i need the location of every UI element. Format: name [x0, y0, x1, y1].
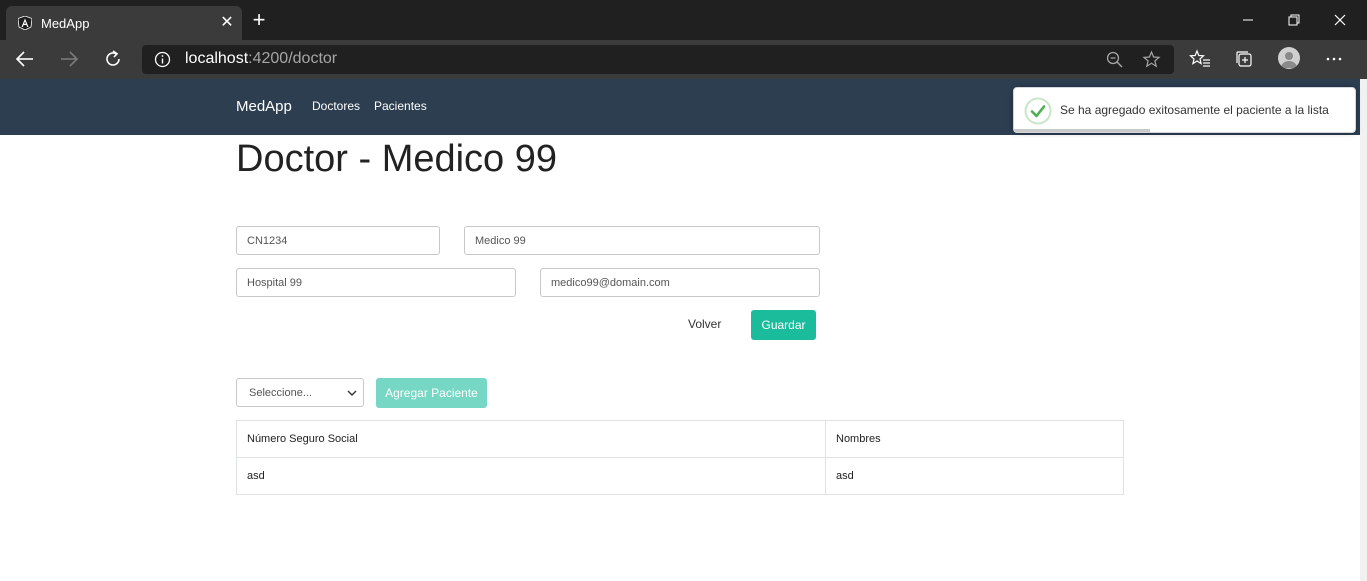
doctor-name-field[interactable] [464, 226, 820, 255]
patients-table: Número Seguro Social Nombres asd asd [236, 420, 1124, 495]
nav-link-pacientes[interactable]: Pacientes [374, 99, 427, 113]
table-row: asd asd [236, 457, 1124, 495]
patient-select[interactable]: Seleccione... [236, 378, 364, 407]
toast-progress-bar [1014, 129, 1151, 132]
profile-icon[interactable] [1278, 47, 1300, 69]
page-scrollbar[interactable] [1360, 79, 1367, 581]
browser-tab[interactable]: MedApp ✕ [6, 6, 242, 40]
tab-title: MedApp [41, 16, 90, 31]
navbar-brand[interactable]: MedApp [236, 98, 292, 115]
add-patient-button[interactable]: Agregar Paciente [376, 378, 487, 408]
star-icon[interactable] [1142, 50, 1161, 69]
close-tab-icon[interactable]: ✕ [218, 14, 236, 32]
browser-toolbar: localhost:4200/doctor [0, 40, 1367, 79]
close-window-icon[interactable] [1328, 8, 1352, 32]
collections-icon[interactable] [1233, 48, 1255, 70]
save-button[interactable]: Guardar [751, 310, 816, 340]
check-icon [1024, 97, 1052, 125]
angular-icon [18, 16, 32, 30]
back-button[interactable]: Volver [688, 317, 721, 331]
refresh-icon[interactable] [102, 48, 124, 70]
email-field[interactable] [540, 268, 820, 297]
url-host: localhost [185, 50, 249, 67]
chevron-down-icon [347, 390, 357, 396]
table-cell-ssn: asd [236, 457, 826, 495]
column-header-ssn: Número Seguro Social [236, 420, 826, 458]
restore-icon[interactable] [1282, 8, 1306, 32]
zoom-out-icon[interactable] [1105, 50, 1124, 69]
doctor-code-field[interactable] [236, 226, 440, 255]
column-header-names: Nombres [825, 420, 1124, 458]
info-icon[interactable] [154, 51, 171, 68]
table-cell-names: asd [825, 457, 1124, 495]
favorites-list-icon[interactable] [1189, 48, 1211, 70]
address-bar[interactable]: localhost:4200/doctor [142, 45, 1174, 74]
browser-titlebar: MedApp ✕ + [0, 0, 1367, 40]
more-icon[interactable] [1323, 48, 1345, 70]
minimize-icon[interactable] [1236, 8, 1260, 32]
url-text[interactable]: localhost:4200/doctor [185, 50, 337, 68]
patient-select-value: Seleccione... [249, 387, 312, 399]
arrow-right-icon[interactable] [58, 48, 80, 70]
url-path: :4200/doctor [248, 50, 338, 67]
nav-link-doctores[interactable]: Doctores [312, 99, 360, 113]
hospital-field[interactable] [236, 268, 516, 297]
success-toast[interactable]: Se ha agregado exitosamente el paciente … [1013, 87, 1356, 133]
new-tab-icon[interactable]: + [250, 9, 268, 31]
table-header-row: Número Seguro Social Nombres [236, 420, 1124, 458]
toast-message: Se ha agregado exitosamente el paciente … [1060, 103, 1329, 117]
page-title: Doctor - Medico 99 [236, 138, 558, 180]
arrow-left-icon[interactable] [14, 48, 36, 70]
